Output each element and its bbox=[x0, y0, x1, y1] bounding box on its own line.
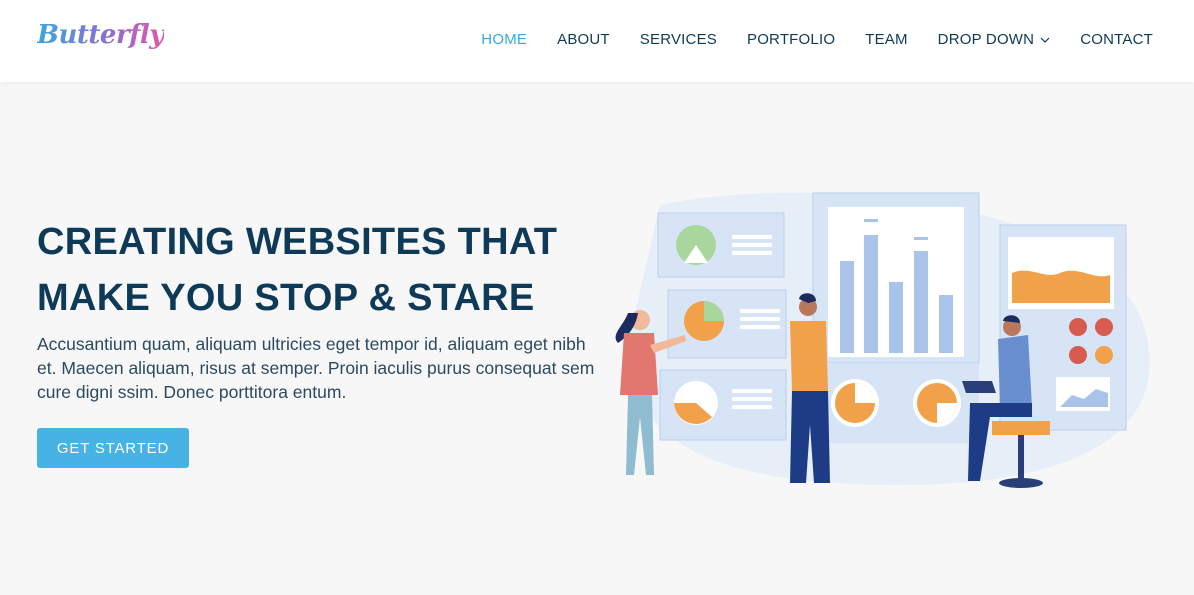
hero-illustration bbox=[615, 192, 1150, 488]
nav-team-label: TEAM bbox=[865, 31, 908, 48]
chevron-down-icon bbox=[1040, 37, 1050, 43]
nav-portfolio[interactable]: PORTFOLIO bbox=[747, 31, 835, 48]
brand-logo[interactable]: Butterfly bbox=[37, 20, 164, 50]
nav-home-label: HOME bbox=[481, 31, 528, 48]
nav-contact[interactable]: CONTACT bbox=[1080, 31, 1153, 48]
nav-dropdown[interactable]: DROP DOWN bbox=[938, 31, 1051, 48]
hero-description: Accusantium quam, aliquam ultricies eget… bbox=[37, 334, 595, 402]
nav-dropdown-label: DROP DOWN bbox=[937, 31, 1035, 48]
main-nav: HOME ABOUT SERVICES PORTFOLIO TEAM DROP … bbox=[481, 31, 1153, 48]
hero-title-line1: CREATING WEBSITES THAT bbox=[37, 221, 558, 263]
hero-title: CREATING WEBSITES THAT MAKE YOU STOP & S… bbox=[37, 214, 597, 326]
nav-services-label: SERVICES bbox=[639, 31, 717, 48]
nav-home[interactable]: HOME bbox=[481, 31, 527, 48]
nav-about-label: ABOUT bbox=[557, 31, 610, 48]
nav-about[interactable]: ABOUT bbox=[557, 31, 610, 48]
nav-services[interactable]: SERVICES bbox=[640, 31, 717, 48]
get-started-button[interactable]: GET STARTED bbox=[37, 428, 189, 468]
nav-contact-label: CONTACT bbox=[1080, 31, 1153, 48]
nav-team[interactable]: TEAM bbox=[865, 31, 907, 48]
site-header: Butterfly HOME ABOUT SERVICES PORTFOLIO … bbox=[0, 0, 1194, 82]
hero-title-line2: MAKE YOU STOP & STARE bbox=[37, 277, 535, 319]
nav-portfolio-label: PORTFOLIO bbox=[746, 31, 836, 48]
